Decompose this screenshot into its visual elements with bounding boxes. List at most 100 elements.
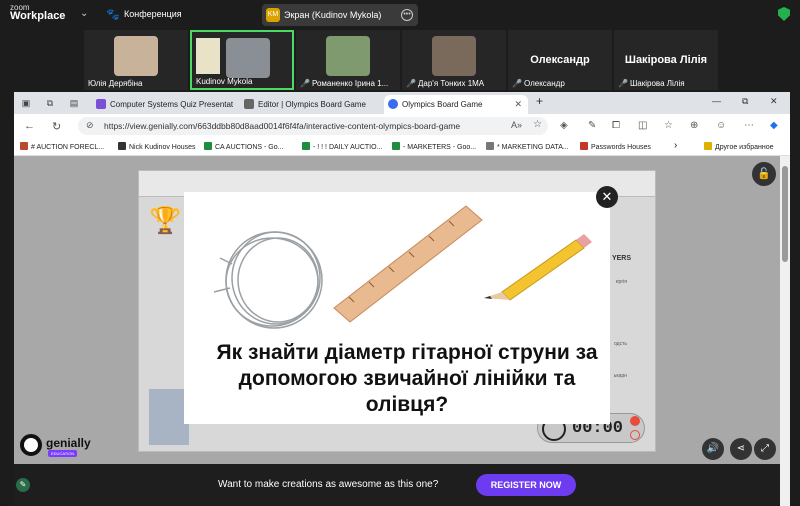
bookmark-item[interactable]: Nick Kudinov Houses	[118, 142, 196, 151]
participant-tile-active[interactable]: Kudinov Mykola	[190, 30, 294, 90]
new-tab-button[interactable]: +	[536, 94, 543, 108]
tab-favicon	[388, 99, 398, 109]
bookmark-icon	[302, 142, 310, 150]
page-scrollbar[interactable]	[780, 156, 790, 506]
participant-tile[interactable]: Шакірова Лілія 🎤 Шакірова Лілія	[614, 30, 718, 90]
bookmark-item[interactable]: # AUCTION FORECL...	[20, 142, 104, 151]
minimize-icon[interactable]: —	[712, 96, 721, 106]
genially-logo-text: genially	[46, 436, 91, 450]
url-input[interactable]: https://view.genially.com/663ddbb80d8aad…	[104, 121, 460, 131]
bookmarks-more-chevron[interactable]: ›	[674, 140, 677, 151]
play-icon[interactable]	[630, 416, 640, 426]
mic-muted-icon: 🎤	[406, 79, 416, 88]
participant-name: Юлія Дерябіна	[88, 79, 143, 88]
participant-name: Шакірова Лілія	[629, 79, 685, 88]
lock-icon[interactable]: 🔓	[752, 162, 776, 186]
chevron-down-icon[interactable]: ⌄	[80, 8, 88, 19]
bookmark-label: CA AUCTIONS - Go...	[215, 144, 284, 151]
screen-share-pill[interactable]: KM Экран (Kudinov Mykola) •••	[262, 4, 418, 26]
mic-muted-icon: 🎤	[618, 79, 628, 88]
bookmark-label: Другое избранное	[715, 144, 774, 151]
favorites-icon[interactable]: ☆	[664, 120, 673, 131]
bookmark-item[interactable]: CA AUCTIONS - Go...	[204, 142, 283, 151]
restore-icon[interactable]: ⧉	[742, 96, 748, 107]
bookmark-item[interactable]: Passwords Houses	[580, 142, 651, 151]
zoom-logo: zoom Workplace	[10, 3, 66, 22]
tab-quiz-presentation[interactable]: Computer Systems Quiz Presentat	[92, 95, 238, 114]
bookmark-item[interactable]: * MARKETING DATA...	[486, 142, 569, 151]
refresh-icon[interactable]: ↻	[52, 120, 61, 133]
participant-tile[interactable]: 🎤 Дар'я Тонких 1МА	[402, 30, 506, 90]
extensions-puzzle-icon[interactable]: ⧠	[612, 120, 620, 131]
participant-name-row: 🎤 Дар'я Тонких 1МА	[406, 79, 484, 88]
side-label: одсть	[614, 341, 627, 347]
bookmark-icon	[20, 142, 28, 150]
ruler-icon	[333, 205, 483, 323]
participant-display-name: Шакірова Лілія	[624, 54, 708, 66]
more-menu-icon[interactable]: ⋯	[744, 120, 754, 131]
tab-label: Editor | Olympics Board Game	[258, 100, 366, 109]
url-box[interactable]: ⊘ https://view.genially.com/663ddbb80d8a…	[78, 117, 548, 135]
share-icon[interactable]: ⋖	[730, 438, 752, 460]
security-shield-icon[interactable]	[778, 7, 790, 21]
genially-logo[interactable]: genially EDUCATION	[20, 434, 91, 458]
profile-icon[interactable]: ▣	[20, 97, 32, 109]
workspaces-icon[interactable]: ▤	[68, 97, 80, 109]
participant-tile[interactable]: 🎤 Романенко Ірина 1...	[296, 30, 400, 90]
tab-bar: ▣ ⧉ ▤ Computer Systems Quiz Presentat Ed…	[14, 92, 790, 114]
split-screen-icon[interactable]: ◫	[638, 120, 647, 131]
zoom-logo-big: Workplace	[10, 10, 66, 22]
genially-logo-icon	[20, 434, 42, 456]
bookmark-item[interactable]: - MARKETERS - Goo...	[392, 142, 476, 151]
bookmark-icon	[204, 142, 212, 150]
tab-favicon	[244, 99, 254, 109]
participant-name-row: 🎤 Романенко Ірина 1...	[300, 79, 388, 88]
participant-name: Дар'я Тонких 1МА	[417, 79, 485, 88]
conference-label[interactable]: Конференция	[124, 9, 182, 19]
zoom-top-bar: zoom Workplace ⌄ 🐾 Конференция KM Экран …	[0, 0, 800, 30]
side-label: ькарн	[613, 373, 627, 379]
bookmark-icon	[580, 142, 588, 150]
close-window-icon[interactable]: ✕	[770, 96, 778, 107]
extension-icon[interactable]: ✎	[588, 120, 596, 131]
question-modal: Як знайти діаметр гітарної струни за доп…	[184, 192, 610, 424]
reset-icon[interactable]	[630, 430, 640, 440]
volume-icon[interactable]: 🔊	[702, 438, 724, 460]
participant-tile[interactable]: Олександр 🎤 Олександр	[508, 30, 612, 90]
question-illustration	[213, 205, 592, 329]
tab-editor[interactable]: Editor | Olympics Board Game	[240, 95, 382, 114]
promo-text: Want to make creations as awesome as thi…	[218, 479, 439, 490]
copilot-icon[interactable]: ◆	[770, 120, 778, 131]
bookmark-icon	[392, 142, 400, 150]
pencil-icon	[484, 234, 592, 301]
read-aloud-icon[interactable]: A»	[511, 120, 522, 130]
register-now-button[interactable]: REGISTER NOW	[476, 474, 576, 496]
tab-label: Computer Systems Quiz Presentat	[110, 100, 234, 109]
participant-tile[interactable]: Юлія Дерябіна	[84, 30, 188, 90]
fullscreen-icon[interactable]: ⤢	[754, 438, 776, 460]
participant-background-sign	[196, 38, 220, 74]
close-modal-button[interactable]: ✕	[596, 186, 618, 208]
shield-extension-icon[interactable]: ◈	[560, 120, 568, 131]
bookmark-label: - MARKETERS - Goo...	[403, 144, 477, 151]
collections-toolbar-icon[interactable]: ⊕	[690, 120, 698, 131]
question-text: Як знайти діаметр гітарної струни за доп…	[216, 341, 598, 416]
tab-olympics-board-game[interactable]: Olympics Board Game ✕	[384, 95, 528, 114]
genially-viewport: 🏆 YERS ергія одсть ькарн 00:00 Як знайти…	[14, 156, 790, 506]
bookmark-label: Nick Kudinov Houses	[129, 144, 196, 151]
favorite-star-icon[interactable]: ☆	[533, 119, 542, 130]
participant-avatar	[432, 36, 476, 76]
mic-muted-icon: 🎤	[512, 79, 522, 88]
site-info-icon[interactable]: ⊘	[86, 120, 94, 131]
collections-icon[interactable]: ⧉	[44, 97, 56, 109]
scrollbar-thumb[interactable]	[782, 166, 788, 262]
participant-name: Олександр	[523, 79, 565, 88]
edit-pencil-icon[interactable]: ✎	[16, 478, 30, 492]
close-tab-icon[interactable]: ✕	[514, 95, 522, 114]
graduate-illustration	[149, 389, 189, 445]
back-icon[interactable]: ←	[24, 120, 35, 132]
bookmark-folder-other[interactable]: Другое избранное	[704, 142, 774, 151]
more-options-icon[interactable]: •••	[401, 9, 413, 21]
bookmark-item[interactable]: - ! ! ! DAILY AUCTIO...	[302, 142, 382, 151]
profile-toolbar-icon[interactable]: ☺	[716, 120, 726, 131]
